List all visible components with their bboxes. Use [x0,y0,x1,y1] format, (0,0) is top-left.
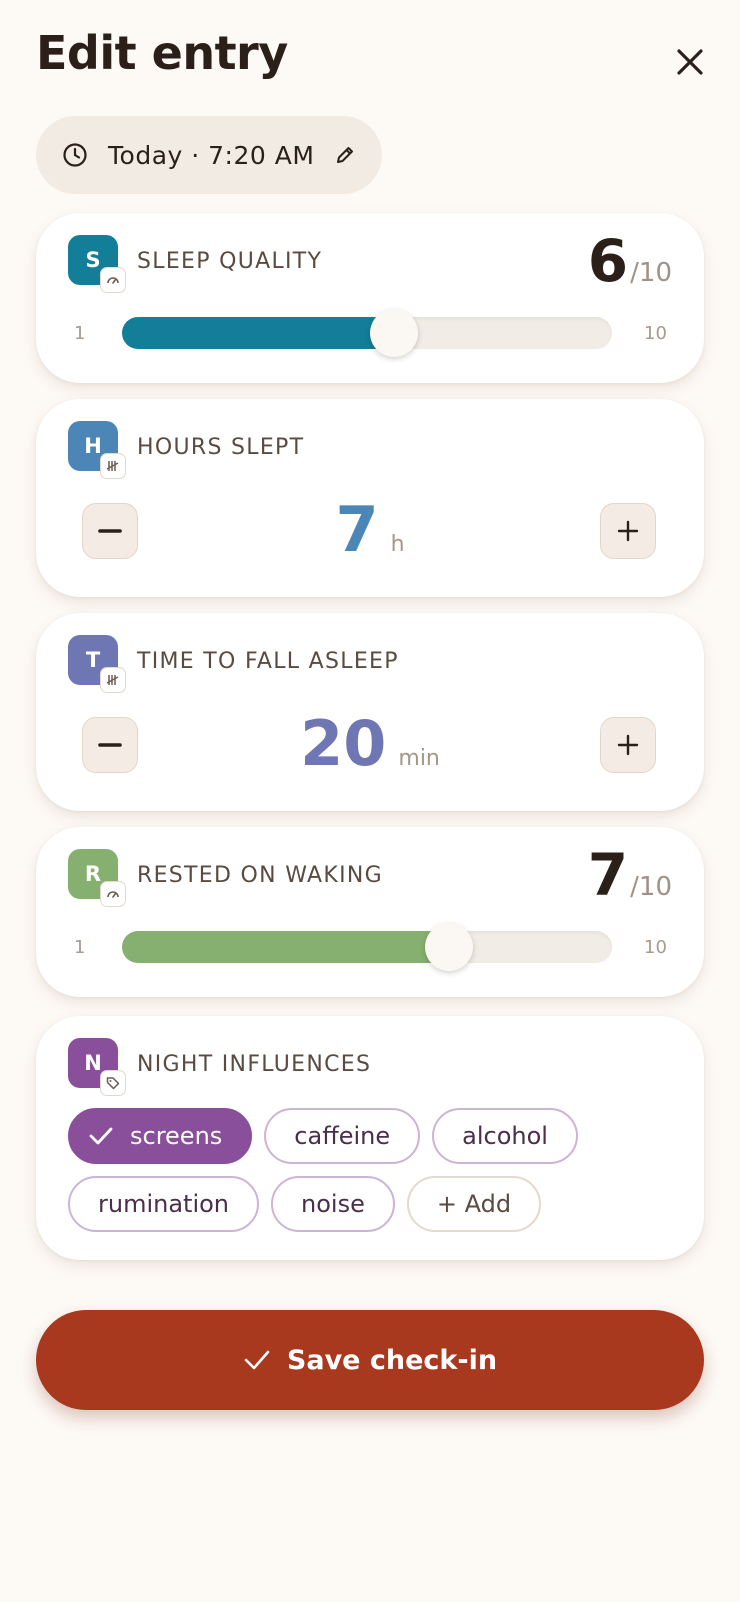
rested-on-waking-score: 7 /10 [588,841,672,909]
tag-icon [100,1070,126,1096]
tag-rumination[interactable]: rumination [68,1176,260,1232]
close-button[interactable] [668,40,712,84]
tag-label: caffeine [294,1122,391,1150]
gauge-icon [100,881,126,907]
page-title: Edit entry [36,26,288,80]
tally-icon [100,667,126,693]
slider-min-label: 1 [74,323,86,344]
sleep-quality-value: 6 [587,227,629,295]
pencil-icon [337,147,354,163]
slider-thumb[interactable] [370,309,418,357]
tag-label: noise [301,1190,365,1218]
rested-on-waking-denominator: /10 [630,872,672,902]
hours-slept-value: 7 [335,493,379,566]
slider-max-label: 10 [644,937,667,958]
datetime-chip[interactable]: Today · 7:20 AM [36,116,382,194]
time-to-fall-asleep-label: TIME TO FALL ASLEEP [137,649,399,674]
slider-thumb[interactable] [425,923,473,971]
night-influences-card: N NIGHT INFLUENCES screens caffeine alco… [36,1016,704,1260]
plus-icon [617,734,639,756]
hours-slept-label: HOURS SLEPT [137,435,305,460]
gauge-icon [100,267,126,293]
save-checkin-button[interactable]: Save check-in [36,1310,704,1410]
datetime-label: Today · 7:20 AM [108,140,315,170]
asleep-increment-button[interactable] [600,717,656,773]
tag-label: alcohol [462,1122,548,1150]
check-icon [244,1350,270,1370]
rested-on-waking-label: RESTED ON WAKING [137,863,384,888]
tally-icon [100,453,126,479]
slider-fill [122,317,394,349]
influence-tags: screens caffeine alcohol rumination nois… [68,1108,678,1244]
sleep-quality-denominator: /10 [630,258,672,288]
tag-screens[interactable]: screens [68,1108,253,1164]
tag-alcohol[interactable]: alcohol [432,1108,578,1164]
slider-max-label: 10 [644,323,667,344]
time-to-fall-asleep-card: T TIME TO FALL ASLEEP 20 min [36,613,704,811]
add-tag-label: + Add [436,1190,512,1218]
tag-caffeine[interactable]: caffeine [264,1108,421,1164]
close-icon [677,49,703,75]
slider-fill [122,931,449,963]
rested-on-waking-card: R RESTED ON WAKING 7 /10 1 10 [36,827,704,997]
sleep-quality-score: 6 /10 [588,227,672,295]
rested-on-waking-value: 7 [587,841,629,909]
rested-on-waking-slider[interactable] [122,923,612,971]
clock-icon [63,143,87,167]
time-to-fall-asleep-value: 20 [300,707,387,780]
tag-label: screens [130,1122,223,1150]
check-icon [89,1127,113,1145]
time-to-fall-asleep-unit: min [398,746,440,771]
add-tag-button[interactable]: + Add [406,1176,542,1232]
night-influences-label: NIGHT INFLUENCES [137,1052,372,1077]
sleep-quality-slider[interactable] [122,309,612,357]
tag-label: rumination [98,1190,230,1218]
hours-slept-card: H HOURS SLEPT 7 h [36,399,704,597]
hours-slept-unit: h [390,532,405,557]
sleep-quality-label: SLEEP QUALITY [137,249,323,274]
save-checkin-label: Save check-in [286,1344,498,1376]
hours-increment-button[interactable] [600,503,656,559]
slider-min-label: 1 [74,937,86,958]
sleep-quality-card: S SLEEP QUALITY 6 /10 1 10 [36,213,704,383]
plus-icon [617,520,639,542]
tag-noise[interactable]: noise [271,1176,395,1232]
